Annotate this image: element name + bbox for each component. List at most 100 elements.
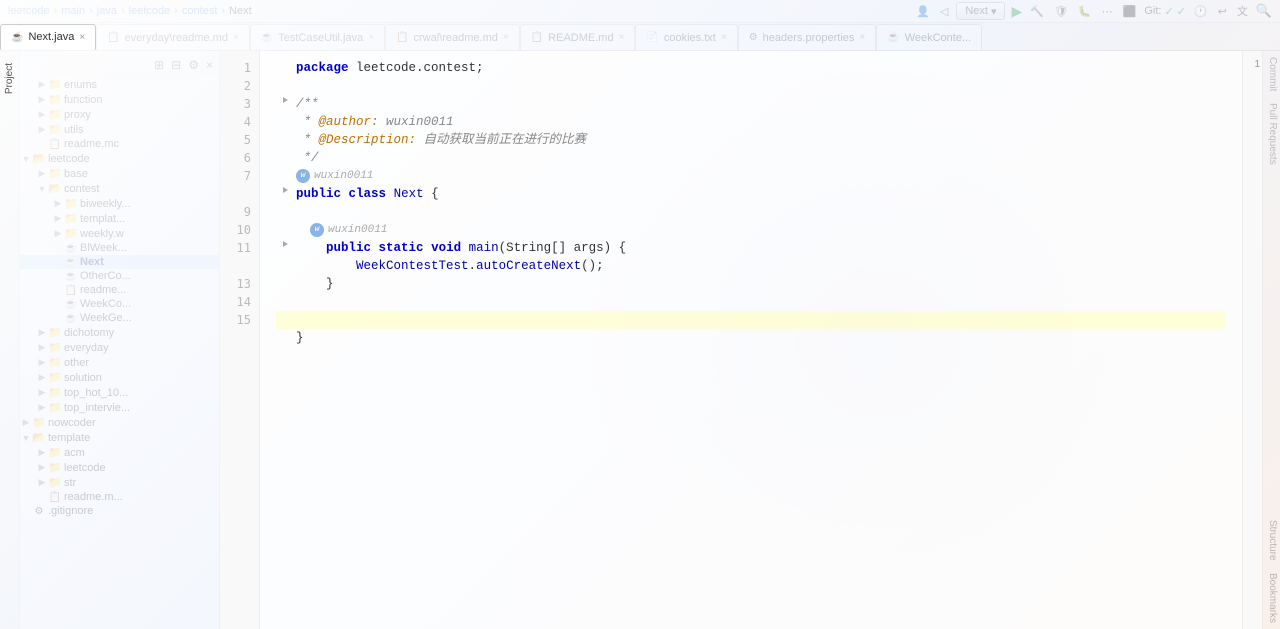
structure-panel-label[interactable]: Structure [1263, 514, 1280, 567]
chevron-right-icon: ▶ [52, 198, 64, 209]
tab-close[interactable]: × [368, 32, 374, 43]
folder-icon: 📁 [48, 446, 62, 459]
author-annotation-1: w wuxin0011 [276, 167, 1226, 185]
tree-item-leetcode-tmpl[interactable]: ▶ 📁 leetcode [20, 460, 219, 475]
tree-item-otherco[interactable]: ▶ ☕ OtherCo... [20, 269, 219, 283]
breadcrumb-java[interactable]: java [97, 5, 117, 17]
tree-item-template[interactable]: ▼ 📂 template [20, 430, 219, 445]
chevron-right-icon: ▶ [36, 94, 48, 105]
java-file-icon: ☕ [64, 271, 78, 282]
tree-item-top-intervie[interactable]: ▶ 📁 top_intervie... [20, 400, 219, 415]
code-line-14: } [276, 329, 1226, 347]
tree-item-str[interactable]: ▶ 📁 str [20, 475, 219, 490]
undo-icon[interactable]: ↩ [1216, 3, 1229, 20]
tree-item-templat[interactable]: ▶ 📁 templat... [20, 211, 219, 226]
search-button[interactable]: 🔍 [1256, 3, 1272, 19]
java-file-icon: ☕ [64, 299, 78, 310]
pull-requests-label[interactable]: Pull Requests [1263, 97, 1280, 171]
tree-item-enums[interactable]: ▶ 📁 enums [20, 77, 219, 92]
code-line-8 [276, 203, 1226, 221]
tree-item-gitignore[interactable]: ▶ ⚙ .gitignore [20, 504, 219, 518]
coverage-icon[interactable]: 🛡 [1052, 3, 1070, 20]
tree-item-function[interactable]: ▶ 📁 function [20, 92, 219, 107]
folder-icon: 📁 [48, 78, 62, 91]
tree-item-readme2[interactable]: ▶ 📋 readme... [20, 283, 219, 297]
next-button[interactable]: Next ▾ [956, 2, 1005, 20]
code-line-4: * @author: wuxin0011 [276, 113, 1226, 131]
bookmarks-label[interactable]: Bookmarks [1263, 567, 1280, 629]
tab-next-java[interactable]: ☕ Next.java × [0, 24, 96, 50]
code-line-3: /** [276, 95, 1226, 113]
tab-close[interactable]: × [79, 32, 85, 43]
tab-crwal-readme[interactable]: 📋 crwal\readme.md × [385, 24, 520, 50]
breadcrumb-leetcode[interactable]: leetcode [8, 5, 50, 17]
expand-all-btn[interactable]: ⊞ [152, 57, 166, 73]
tree-item-proxy[interactable]: ▶ 📁 proxy [20, 107, 219, 122]
tab-weekconte[interactable]: ☕ WeekConte... [876, 24, 982, 50]
tab-everyday-readme[interactable]: 📋 everyday\readme.md × [96, 24, 250, 50]
tab-close[interactable]: × [619, 32, 625, 43]
folder-icon: 📁 [64, 227, 78, 240]
tab-label: TestCaseUtil.java [278, 32, 363, 44]
chevron-right-icon: ▶ [36, 462, 48, 473]
tab-close[interactable]: × [859, 32, 865, 43]
tree-item-readme-tmpl[interactable]: ▶ 📋 readme.m... [20, 490, 219, 504]
folder-icon: 📁 [48, 356, 62, 369]
folder-icon: 📁 [48, 461, 62, 474]
chevron-right-icon: ▶ [36, 109, 48, 120]
breadcrumb-contest[interactable]: contest [182, 5, 217, 17]
tree-item-other[interactable]: ▶ 📁 other [20, 355, 219, 370]
debug-icon[interactable]: 🐛 [1076, 3, 1094, 20]
tree-item-readme-mc[interactable]: ▶ 📋 readme.mc [20, 137, 219, 151]
tree-item-solution[interactable]: ▶ 📁 solution [20, 370, 219, 385]
tree-item-contest[interactable]: ▼ 📂 contest [20, 181, 219, 196]
tree-item-base[interactable]: ▶ 📁 base [20, 166, 219, 181]
tree-item-everyday[interactable]: ▶ 📁 everyday [20, 340, 219, 355]
tree-item-utils[interactable]: ▶ 📁 utils [20, 122, 219, 137]
more-icon[interactable]: ⋯ [1100, 3, 1115, 20]
tree-item-biweekly[interactable]: ▶ 📁 biweekly... [20, 196, 219, 211]
tree-item-blweek[interactable]: ▶ ☕ BlWeek... [20, 241, 219, 255]
tree-item-leetcode[interactable]: ▼ 📂 leetcode [20, 151, 219, 166]
settings-btn[interactable]: ⚙ [186, 57, 201, 73]
back-icon[interactable]: ◁ [938, 3, 950, 20]
tab-headers[interactable]: ⚙ headers.properties × [738, 24, 877, 50]
breadcrumb-main[interactable]: main [61, 5, 85, 17]
stop-icon[interactable]: ⬛ [1121, 3, 1139, 20]
tab-close[interactable]: × [503, 32, 509, 43]
tab-close[interactable]: × [721, 32, 727, 43]
tab-label: cookies.txt [664, 32, 716, 44]
collapse-all-btn[interactable]: ⊟ [169, 57, 183, 73]
tree-item-dichotomy[interactable]: ▶ 📁 dichotomy [20, 325, 219, 340]
tab-cookies[interactable]: 📄 cookies.txt × [635, 24, 737, 50]
tree-item-nowcoder[interactable]: ▶ 📁 nowcoder [20, 415, 219, 430]
run-button[interactable]: ▶ [1011, 3, 1022, 20]
tree-item-weekge[interactable]: ▶ ☕ WeekGe... [20, 311, 219, 325]
line-marker: 1 [1254, 59, 1260, 70]
project-panel-label[interactable]: Project [2, 55, 17, 102]
tree-item-acm[interactable]: ▶ 📁 acm [20, 445, 219, 460]
close-panel-btn[interactable]: × [204, 57, 215, 73]
tab-testcase[interactable]: ☕ TestCaseUtil.java × [250, 24, 385, 50]
tree-item-weekly[interactable]: ▶ 📁 weekly.w [20, 226, 219, 241]
person-icon[interactable]: 👤 [914, 3, 932, 20]
commit-panel-label[interactable]: Commit [1263, 51, 1280, 97]
folder-icon: 📁 [64, 212, 78, 225]
tree-item-top-hot[interactable]: ▶ 📁 top_hot_10... [20, 385, 219, 400]
editor-content[interactable]: package leetcode.contest; /** [260, 51, 1242, 629]
tree-item-weekco[interactable]: ▶ ☕ WeekCo... [20, 297, 219, 311]
chevron-right-icon: ▶ [36, 79, 48, 90]
java-file-icon: ☕ [64, 243, 78, 254]
translate-icon[interactable]: 文 [1235, 1, 1250, 21]
folder-icon: 📁 [48, 476, 62, 489]
folder-icon: 📁 [48, 167, 62, 180]
tab-readme[interactable]: 📋 README.md × [520, 24, 636, 50]
tab-close[interactable]: × [233, 32, 239, 43]
folder-icon: 📁 [48, 371, 62, 384]
history-icon[interactable]: 🕐 [1192, 3, 1210, 20]
tree-item-next[interactable]: ▶ ☕ Next [20, 255, 219, 269]
breadcrumb-leetcode2[interactable]: leetcode [129, 5, 171, 17]
git-status: Git: ✓ ✓ [1144, 5, 1186, 18]
top-bar-actions: 👤 ◁ Next ▾ ▶ 🔨 🛡 🐛 ⋯ ⬛ Git: ✓ ✓ 🕐 ↩ 文 🔍 [914, 1, 1272, 21]
build-icon[interactable]: 🔨 [1028, 3, 1046, 20]
